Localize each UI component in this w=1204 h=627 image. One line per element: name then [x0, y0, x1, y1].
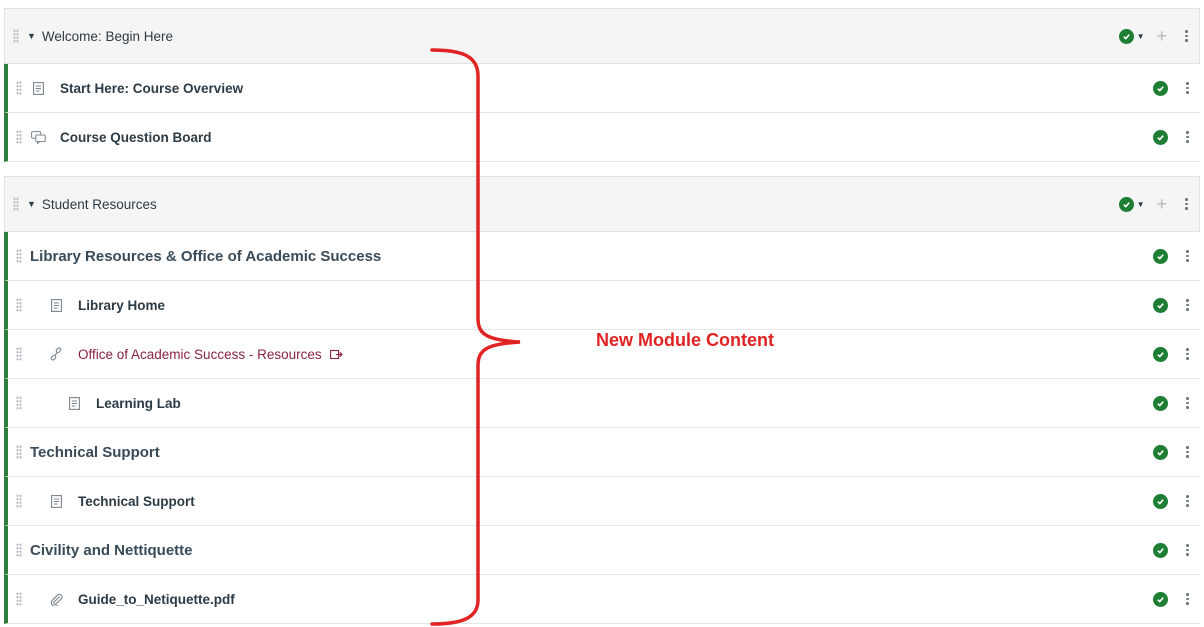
annotation-label: New Module Content: [596, 330, 774, 350]
annotation-brace: [430, 48, 521, 626]
